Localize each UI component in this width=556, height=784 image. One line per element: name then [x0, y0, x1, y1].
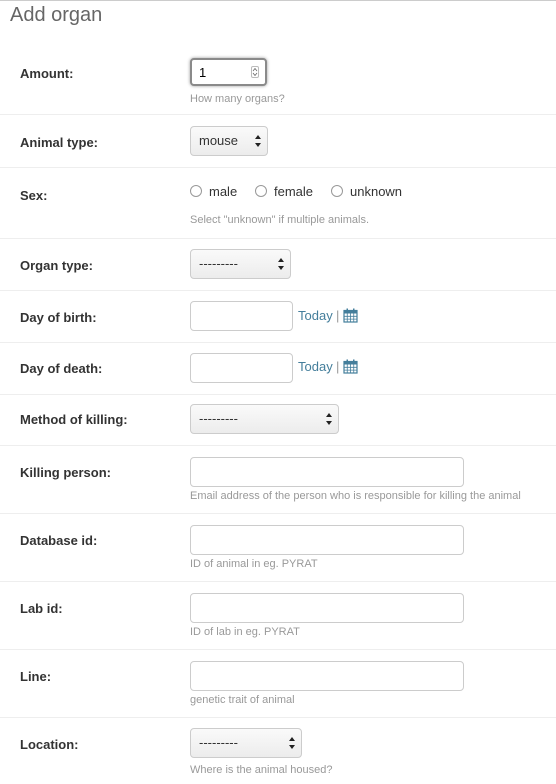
select-arrows-icon [326, 413, 332, 425]
animal-type-label: Animal type: [20, 135, 99, 150]
form-row-sex: Sex: male female unknown Select "unknown… [0, 168, 556, 239]
select-arrows-icon [289, 737, 295, 749]
killing-person-label: Killing person: [20, 465, 111, 480]
amount-help: How many organs? [190, 93, 285, 105]
calendar-icon[interactable] [343, 308, 358, 323]
select-arrows-icon [255, 135, 261, 147]
day-of-death-separator: | [336, 359, 340, 374]
radio-unknown[interactable] [331, 185, 343, 197]
amount-value: 1 [199, 65, 207, 80]
day-of-birth-separator: | [336, 308, 340, 323]
database-id-label: Database id: [20, 533, 98, 548]
form-row-database-id: Database id: ID of animal in eg. PYRAT [0, 514, 556, 582]
form-row-method-of-killing: Method of killing: --------- [0, 395, 556, 446]
select-arrows-icon [278, 258, 284, 270]
form-row-amount: Amount: 1 How many organs? [0, 43, 556, 115]
location-help: Where is the animal housed? [190, 764, 333, 776]
sex-help: Select "unknown" if multiple animals. [190, 214, 370, 226]
page-title: Add organ [10, 4, 103, 26]
form-row-organ-type: Organ type: --------- [0, 239, 556, 291]
lab-id-input[interactable] [190, 593, 464, 623]
method-of-killing-label: Method of killing: [20, 412, 128, 427]
calendar-icon[interactable] [343, 359, 358, 374]
radio-female-label[interactable]: female [274, 184, 313, 199]
radio-unknown-label[interactable]: unknown [350, 184, 402, 199]
amount-stepper[interactable]: 1 [190, 58, 267, 86]
day-of-birth-label: Day of birth: [20, 310, 97, 325]
form-row-line: Line: genetic trait of animal [0, 650, 556, 718]
radio-female[interactable] [255, 185, 267, 197]
sex-label: Sex: [20, 188, 48, 203]
form-row-day-of-death: Day of death: Today | [0, 343, 556, 395]
location-select[interactable]: --------- [190, 728, 302, 758]
animal-type-selected: mouse [199, 133, 239, 148]
line-help: genetic trait of animal [190, 694, 295, 706]
organ-type-select[interactable]: --------- [190, 249, 291, 279]
line-input[interactable] [190, 661, 464, 691]
method-of-killing-selected: --------- [199, 411, 238, 426]
radio-male[interactable] [190, 185, 202, 197]
method-of-killing-select[interactable]: --------- [190, 404, 339, 434]
form-row-killing-person: Killing person: Email address of the per… [0, 446, 556, 514]
killing-person-input[interactable] [190, 457, 464, 487]
location-label: Location: [20, 737, 79, 752]
amount-label: Amount: [20, 66, 74, 81]
lab-id-help: ID of lab in eg. PYRAT [190, 626, 300, 638]
form-row-lab-id: Lab id: ID of lab in eg. PYRAT [0, 582, 556, 650]
day-of-death-today-link[interactable]: Today [298, 359, 333, 374]
organ-type-label: Organ type: [20, 258, 93, 273]
organ-type-selected: --------- [199, 256, 238, 271]
day-of-death-input[interactable] [190, 353, 293, 383]
stepper-arrows-icon[interactable] [251, 66, 259, 78]
database-id-input[interactable] [190, 525, 464, 555]
lab-id-label: Lab id: [20, 601, 63, 616]
radio-male-label[interactable]: male [209, 184, 237, 199]
location-selected: --------- [199, 735, 238, 750]
day-of-birth-today-link[interactable]: Today [298, 308, 333, 323]
day-of-death-label: Day of death: [20, 361, 103, 376]
line-label: Line: [20, 669, 52, 684]
form-row-location: Location: --------- Where is the animal … [0, 718, 556, 784]
animal-type-select[interactable]: mouse [190, 126, 268, 156]
database-id-help: ID of animal in eg. PYRAT [190, 558, 318, 570]
day-of-birth-input[interactable] [190, 301, 293, 331]
killing-person-help: Email address of the person who is respo… [190, 490, 521, 502]
form-row-day-of-birth: Day of birth: Today | [0, 291, 556, 343]
form-row-animal-type: Animal type: mouse [0, 115, 556, 168]
